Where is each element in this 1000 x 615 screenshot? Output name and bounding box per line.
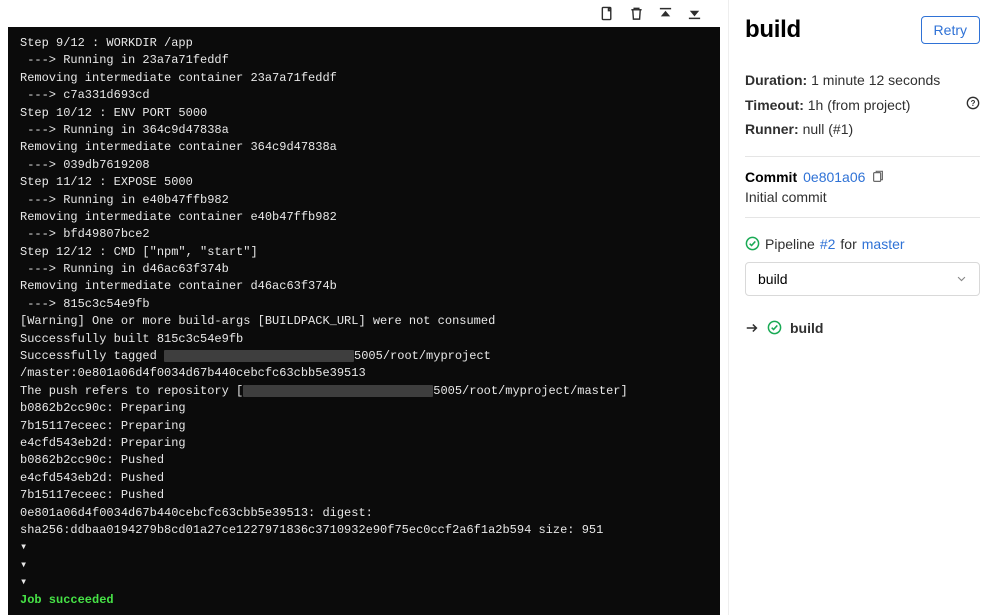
sidebar: build Retry Duration: 1 minute 12 second…	[728, 0, 1000, 615]
log-toolbar	[8, 0, 720, 27]
job-title: build	[745, 16, 801, 44]
scroll-top-icon[interactable]	[658, 6, 673, 21]
timeout-value: 1h (from project)	[808, 97, 911, 113]
pipeline-row: Pipeline #2 for master	[745, 236, 980, 252]
duration-value: 1 minute 12 seconds	[811, 72, 940, 88]
runner-label: Runner:	[745, 121, 799, 137]
erase-log-icon[interactable]	[629, 6, 644, 21]
job-name: build	[790, 320, 823, 336]
pipeline-label: Pipeline	[765, 236, 815, 252]
stage-select[interactable]: build	[745, 262, 980, 296]
commit-label: Commit	[745, 169, 797, 185]
arrow-right-icon	[745, 321, 759, 335]
divider	[745, 156, 980, 157]
pipeline-id-link[interactable]: #2	[820, 236, 836, 252]
scroll-bottom-icon[interactable]	[687, 6, 702, 21]
job-row[interactable]: build	[745, 320, 980, 336]
divider	[745, 217, 980, 218]
svg-text:?: ?	[971, 99, 976, 108]
commit-line: Commit 0e801a06	[745, 169, 980, 185]
pipeline-status-passed-icon	[745, 236, 760, 251]
runner-value: null (#1)	[803, 121, 854, 137]
stage-selected-value: build	[758, 271, 788, 287]
copy-icon[interactable]	[871, 170, 885, 184]
main-panel: Step 9/12 : WORKDIR /app ---> Running in…	[0, 0, 728, 615]
help-icon[interactable]: ?	[966, 93, 980, 118]
retry-button[interactable]: Retry	[921, 16, 980, 44]
pipeline-branch-link[interactable]: master	[862, 236, 905, 252]
job-info: Duration: 1 minute 12 seconds Timeout: 1…	[745, 68, 980, 142]
chevron-down-icon	[956, 273, 967, 284]
raw-log-icon[interactable]	[600, 6, 615, 21]
job-status-passed-icon	[767, 320, 782, 335]
timeout-label: Timeout:	[745, 97, 804, 113]
pipeline-for: for	[840, 236, 856, 252]
job-log[interactable]: Step 9/12 : WORKDIR /app ---> Running in…	[8, 27, 720, 615]
duration-label: Duration:	[745, 72, 807, 88]
commit-sha-link[interactable]: 0e801a06	[803, 169, 865, 185]
commit-message: Initial commit	[745, 189, 980, 205]
